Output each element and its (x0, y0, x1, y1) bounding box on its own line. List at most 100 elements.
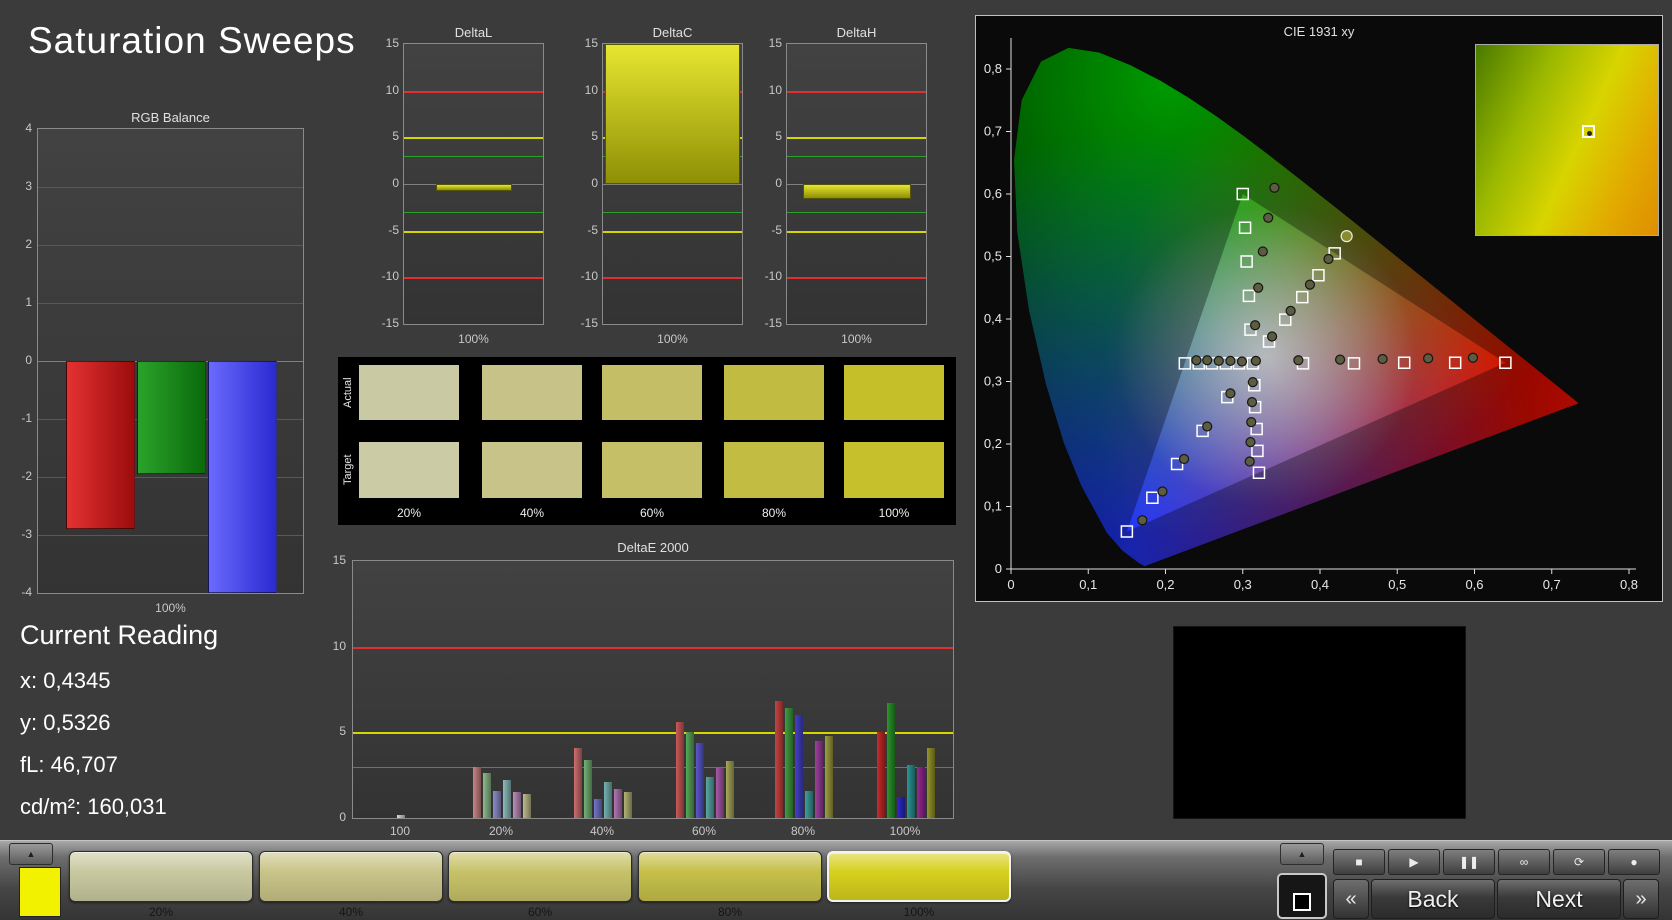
stop-pattern-button[interactable] (1277, 873, 1327, 919)
measured-point (1378, 355, 1387, 364)
limit-red (787, 91, 926, 93)
y-tick-label: 2 (2, 237, 32, 251)
y-tick-label: 0 (2, 353, 32, 367)
limit-yellow (404, 137, 543, 139)
deltae-bar (513, 792, 521, 818)
measured-point (1248, 378, 1257, 387)
measured-point (1245, 457, 1254, 466)
up-arrow-icon: ▲ (1298, 849, 1307, 859)
limit-green (404, 212, 543, 213)
y-tick-label: -1 (2, 411, 32, 425)
deltae-bar (726, 761, 734, 818)
next-chevron-button[interactable]: » (1623, 879, 1659, 919)
y-tick-label: 5 (314, 724, 346, 738)
measured-point (1237, 357, 1246, 366)
limit-green (353, 767, 953, 768)
axis-tick-label: 0,8 (1620, 577, 1638, 592)
y-tick-label: -3 (2, 527, 32, 541)
deltae-bar (785, 708, 793, 818)
measured-point (1251, 356, 1260, 365)
scroll-up-left-button[interactable]: ▲ (9, 843, 53, 865)
delta-bar-deltal (436, 184, 512, 191)
swatch-target-80% (724, 442, 824, 498)
saturation-swatch-20%-button[interactable] (69, 851, 253, 902)
limit-green (603, 212, 742, 213)
measured-point (1305, 280, 1314, 289)
deltae-bar (397, 815, 405, 818)
deltae-bar (716, 768, 724, 818)
deltae-bar (887, 703, 895, 818)
delta-plot-deltac (602, 43, 743, 325)
deltae-group-label: 100 (370, 824, 430, 838)
measured-point (1158, 487, 1167, 496)
swatch-col-label: 100% (844, 506, 944, 520)
limit-red (404, 91, 543, 93)
deltae-bar (815, 741, 823, 818)
stop-button[interactable]: ■ (1333, 849, 1385, 875)
back-button[interactable]: Back (1371, 879, 1495, 919)
saturation-swatch-label: 40% (259, 905, 443, 919)
gridline (38, 187, 303, 188)
record-button[interactable]: ● (1608, 849, 1660, 875)
deltae-group-label: 20% (471, 824, 531, 838)
axis-tick-label: 0,3 (984, 374, 1002, 389)
axis-tick-label: 0,4 (984, 311, 1002, 326)
axis-tick-label: 0,4 (1311, 577, 1329, 592)
y-tick-label: 10 (365, 83, 399, 97)
delta-xlabel: 100% (403, 332, 544, 346)
y-tick-label: 15 (314, 553, 346, 567)
deltae-bar (676, 722, 684, 818)
measured-point (1268, 332, 1277, 341)
cie-title: CIE 1931 xy (976, 24, 1662, 39)
measured-point (1203, 422, 1212, 431)
limit-yellow (353, 732, 953, 734)
saturation-swatch-80%-button[interactable] (638, 851, 822, 902)
delta-chart-title: DeltaC (602, 25, 743, 40)
deltae-bar (604, 782, 612, 818)
actual-target-swatch-panel: ActualTarget20%40%60%80%100% (338, 357, 956, 525)
saturation-swatch-label: 100% (827, 905, 1011, 919)
delta-bar-deltah (803, 184, 911, 199)
deltae-bar (706, 777, 714, 818)
current-color-swatch (19, 867, 61, 917)
axis-tick-label: 0,5 (984, 249, 1002, 264)
deltae-bar (594, 799, 602, 818)
scroll-up-right-button[interactable]: ▲ (1280, 843, 1324, 865)
next-button[interactable]: Next (1497, 879, 1621, 919)
swatch-target-20% (359, 442, 459, 498)
rgb-balance-plot (37, 128, 304, 594)
deltae-group-label: 60% (674, 824, 734, 838)
delta-xlabel: 100% (786, 332, 927, 346)
gridline (38, 245, 303, 246)
measured-point (1226, 356, 1235, 365)
play-button[interactable]: ▶ (1388, 849, 1440, 875)
swatch-actual-100% (844, 365, 944, 420)
saturation-swatch-60%-button[interactable] (448, 851, 632, 902)
y-tick-label: -10 (748, 269, 782, 283)
saturation-swatch-label: 60% (448, 905, 632, 919)
limit-green (787, 212, 926, 213)
limit-red (404, 277, 543, 279)
y-tick-label: 10 (748, 83, 782, 97)
rgb-bar-red (66, 361, 135, 529)
saturation-swatch-100%-button[interactable] (827, 851, 1011, 902)
refresh-button[interactable]: ⟳ (1553, 849, 1605, 875)
swatch-actual-80% (724, 365, 824, 420)
limit-green (787, 156, 926, 157)
measured-point (1336, 355, 1345, 364)
axis-tick-label: 0,2 (984, 436, 1002, 451)
axis-tick-label: 0,1 (1079, 577, 1097, 592)
measured-point (1286, 306, 1295, 315)
pause-button[interactable]: ❚❚ (1443, 849, 1495, 875)
limit-red (353, 647, 953, 649)
saturation-swatch-40%-button[interactable] (259, 851, 443, 902)
swatch-actual-20% (359, 365, 459, 420)
y-tick-label: -15 (365, 316, 399, 330)
measured-point (1138, 516, 1147, 525)
measured-point (1203, 356, 1212, 365)
swatch-row-label-target: Target (340, 442, 356, 498)
loop-button[interactable]: ∞ (1498, 849, 1550, 875)
deltae-plot (352, 560, 954, 819)
back-chevron-button[interactable]: « (1333, 879, 1369, 919)
y-tick-label: -5 (564, 223, 598, 237)
